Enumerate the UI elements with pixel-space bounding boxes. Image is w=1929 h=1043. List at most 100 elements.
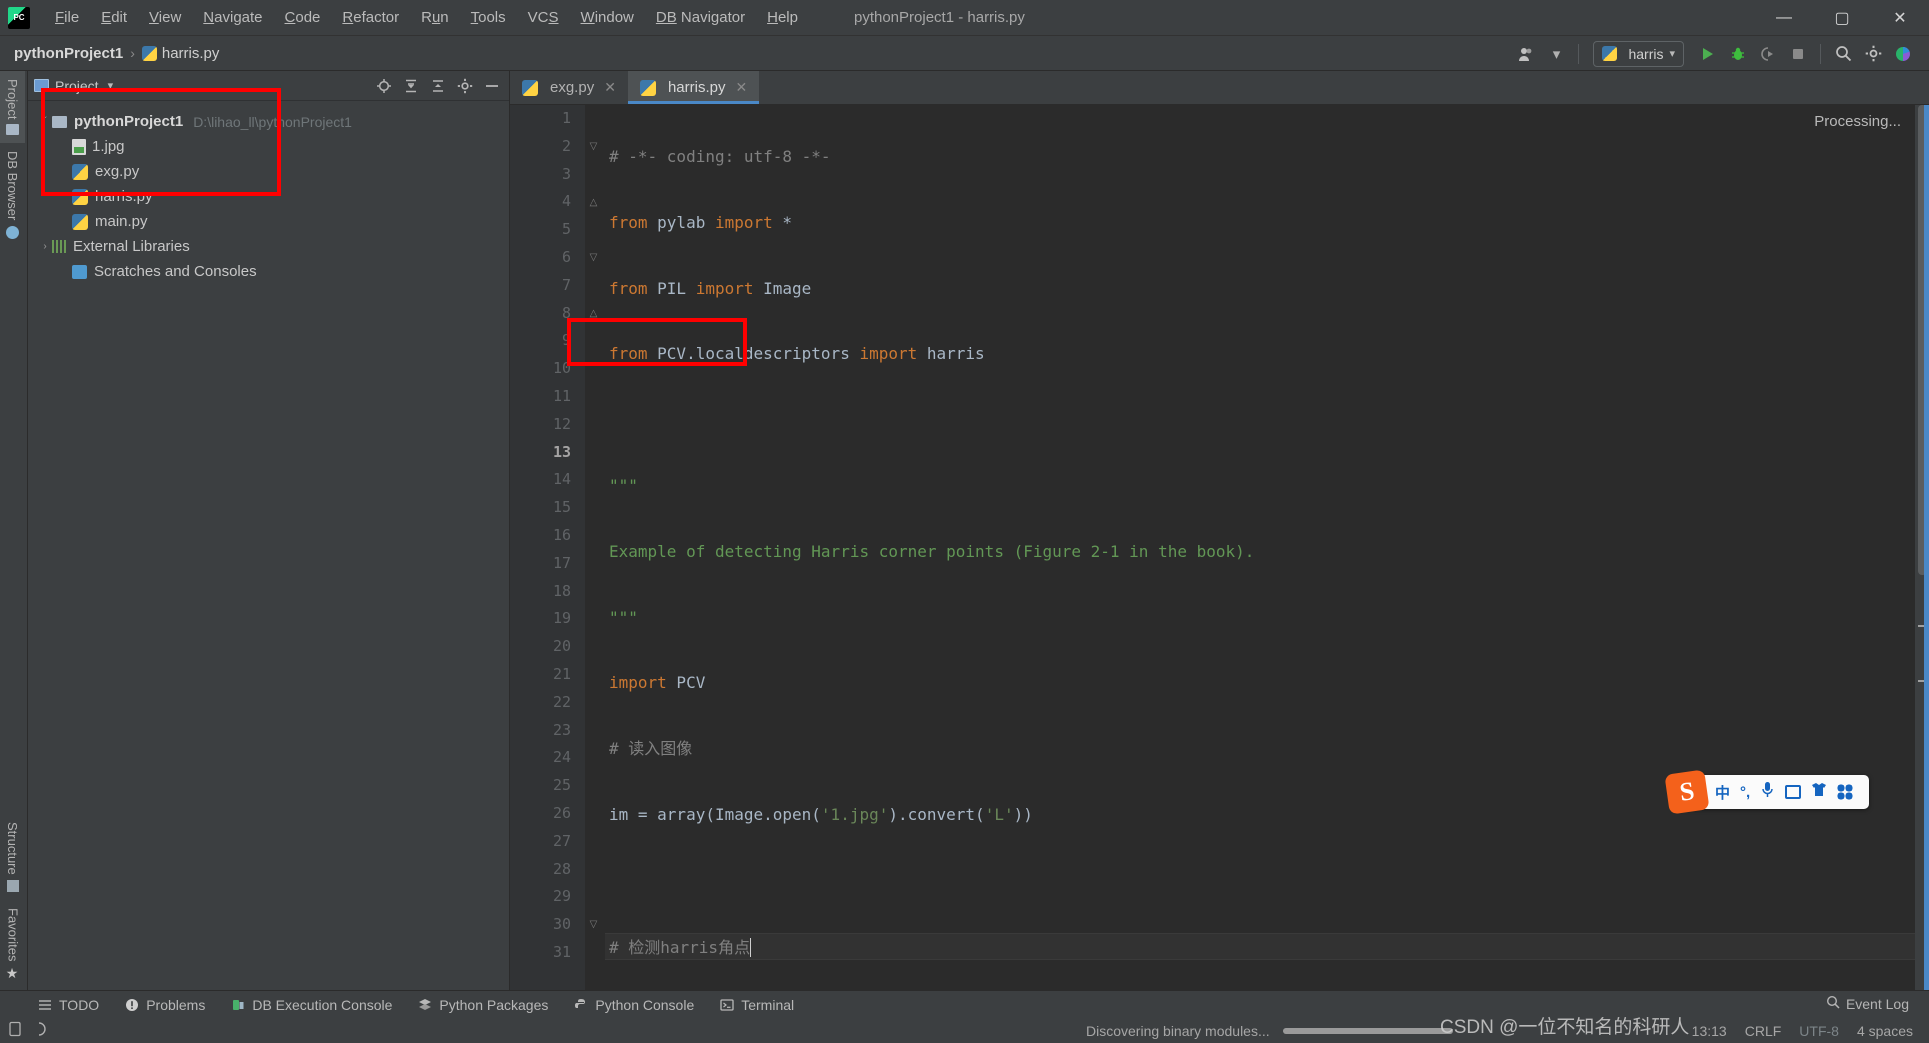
spinner-icon: [32, 1022, 46, 1039]
menu-run[interactable]: Run: [410, 5, 460, 30]
code-line-1: # -*- coding: utf-8 -*-: [609, 147, 831, 166]
menu-navigate[interactable]: Navigate: [192, 5, 273, 30]
left-stripe-bottom-group: Structure Favorites ★: [0, 814, 28, 990]
run-with-coverage-icon[interactable]: [1754, 41, 1782, 67]
menu-refactor[interactable]: Refactor: [331, 5, 410, 30]
db-browser-icon: [6, 225, 19, 239]
debug-bug-icon[interactable]: [1724, 41, 1752, 67]
terminal-icon: [720, 998, 734, 1012]
search-icon[interactable]: [1829, 41, 1857, 67]
line-separator[interactable]: CRLF: [1745, 1023, 1782, 1039]
gear-icon[interactable]: [1859, 41, 1887, 67]
breadcrumb-file[interactable]: harris.py: [141, 45, 219, 62]
chevron-down-icon[interactable]: ▾: [108, 79, 114, 92]
tree-item-project-root[interactable]: ˇ pythonProject1 D:\lihao_ll\pythonProje…: [28, 109, 509, 134]
line-number: 14: [552, 470, 571, 489]
indent-setting[interactable]: 4 spaces: [1857, 1023, 1913, 1039]
line-number: 31: [552, 942, 571, 961]
bottom-item-label: TODO: [59, 996, 100, 1013]
hide-panel-icon[interactable]: [481, 75, 503, 97]
tree-item-harrispy[interactable]: harris.py: [28, 184, 509, 209]
scratches-icon: [72, 264, 87, 279]
fold-end-icon[interactable]: △: [588, 308, 599, 319]
memory-indicator-icon[interactable]: [8, 1021, 22, 1040]
tree-item-mainpy[interactable]: main.py: [28, 209, 509, 234]
expand-all-icon[interactable]: [400, 75, 422, 97]
menu-code[interactable]: Code: [274, 5, 332, 30]
tree-item-label: pythonProject1: [74, 113, 184, 130]
menu-view[interactable]: View: [138, 5, 192, 30]
gear-icon[interactable]: [454, 75, 476, 97]
line-number: 11: [552, 386, 571, 405]
user-avatar-icon[interactable]: [1512, 41, 1540, 67]
file-encoding[interactable]: UTF-8: [1799, 1023, 1839, 1039]
tree-item-external-libraries[interactable]: › External Libraries: [28, 234, 509, 259]
menu-help[interactable]: Help: [756, 5, 809, 30]
bottom-item-python-console[interactable]: Python Console: [574, 997, 694, 1013]
menu-vcs[interactable]: VCS: [517, 5, 570, 30]
breadcrumb-project[interactable]: pythonProject1: [14, 45, 123, 62]
tree-item-exgpy[interactable]: exg.py: [28, 159, 509, 184]
bottom-item-db-execution-console[interactable]: DB Execution Console: [231, 997, 392, 1013]
bottom-item-label: Terminal: [741, 996, 795, 1013]
tab-exg-py[interactable]: exg.py ✕: [510, 71, 628, 104]
sidebar-item-favorites[interactable]: Favorites ★: [0, 900, 26, 990]
editor-area: exg.py ✕ harris.py ✕ 1 2 3 4 5 6 7 8 9 1: [510, 71, 1929, 990]
line-number: 26: [552, 803, 571, 822]
menu-file[interactable]: FFileile: [44, 5, 90, 30]
run-configuration-selector[interactable]: harris ▾: [1593, 40, 1684, 67]
code-editor[interactable]: 1 2 3 4 5 6 7 8 9 10 11 12 13 14 15 16 1…: [510, 105, 1929, 990]
project-label: Project: [5, 79, 20, 120]
chevron-right-icon[interactable]: ›: [38, 241, 52, 252]
sidebar-item-structure[interactable]: Structure: [0, 814, 25, 900]
project-panel-header: Project ▾: [28, 71, 509, 101]
fold-end-icon[interactable]: △: [588, 197, 599, 208]
fold-collapse-icon[interactable]: ▽: [588, 141, 599, 152]
tab-harris-py[interactable]: harris.py ✕: [627, 71, 760, 104]
tree-item-scratches[interactable]: Scratches and Consoles: [28, 259, 509, 284]
stop-button[interactable]: [1784, 41, 1812, 67]
punctuation-icon[interactable]: °,: [1740, 784, 1750, 801]
line-number: 15: [552, 498, 571, 517]
chevron-down-icon[interactable]: ˇ: [38, 116, 52, 127]
left-tool-stripe: Project DB Browser Structure Favorites ★: [0, 71, 28, 990]
event-log-button[interactable]: Event Log: [1826, 995, 1909, 1012]
line-number: 10: [552, 359, 571, 378]
line-number: 1: [561, 109, 571, 127]
menu-window[interactable]: Window: [570, 5, 645, 30]
user-dropdown-caret-icon[interactable]: ▾: [1542, 41, 1570, 67]
maximize-button[interactable]: ▢: [1813, 0, 1871, 36]
skin-icon[interactable]: [1811, 782, 1827, 802]
sogou-ime-toolbar[interactable]: S 中 °,: [1664, 769, 1869, 815]
sidebar-item-project[interactable]: Project: [0, 71, 25, 144]
sogou-logo-icon[interactable]: S: [1664, 769, 1710, 815]
line-number: 25: [552, 776, 571, 795]
apps-grid-icon[interactable]: [1837, 784, 1854, 800]
fold-collapse-icon[interactable]: ▽: [588, 252, 599, 263]
bottom-item-todo[interactable]: TODO: [38, 997, 99, 1013]
keyboard-icon[interactable]: [1785, 785, 1802, 799]
updates-icon[interactable]: [1889, 41, 1917, 67]
bottom-item-python-packages[interactable]: Python Packages: [418, 997, 548, 1013]
menu-tools[interactable]: Tools: [460, 5, 517, 30]
collapse-all-icon[interactable]: [427, 75, 449, 97]
caret-position[interactable]: 13:13: [1692, 1023, 1727, 1039]
locate-icon[interactable]: [373, 75, 395, 97]
run-button[interactable]: [1694, 41, 1722, 67]
close-icon[interactable]: ✕: [604, 79, 616, 96]
tree-item-1jpg[interactable]: 1.jpg: [28, 134, 509, 159]
close-icon[interactable]: ✕: [735, 79, 747, 96]
menu-db-navigator[interactable]: DB Navigator: [645, 5, 756, 30]
close-button[interactable]: ✕: [1871, 0, 1929, 36]
code-line-8: """: [609, 607, 638, 627]
bottom-item-problems[interactable]: Problems: [125, 997, 205, 1013]
sidebar-item-db-browser[interactable]: DB Browser: [0, 143, 25, 246]
menu-edit[interactable]: Edit: [90, 5, 138, 30]
line-number: 18: [552, 581, 571, 600]
microphone-icon[interactable]: [1760, 781, 1775, 803]
minimize-button[interactable]: —: [1755, 0, 1813, 36]
chinese-mode-icon[interactable]: 中: [1715, 782, 1730, 803]
code-text[interactable]: # -*- coding: utf-8 -*- from pylab impor…: [605, 105, 1929, 990]
fold-collapse-icon[interactable]: ▽: [588, 919, 599, 930]
bottom-item-terminal[interactable]: Terminal: [720, 997, 794, 1013]
